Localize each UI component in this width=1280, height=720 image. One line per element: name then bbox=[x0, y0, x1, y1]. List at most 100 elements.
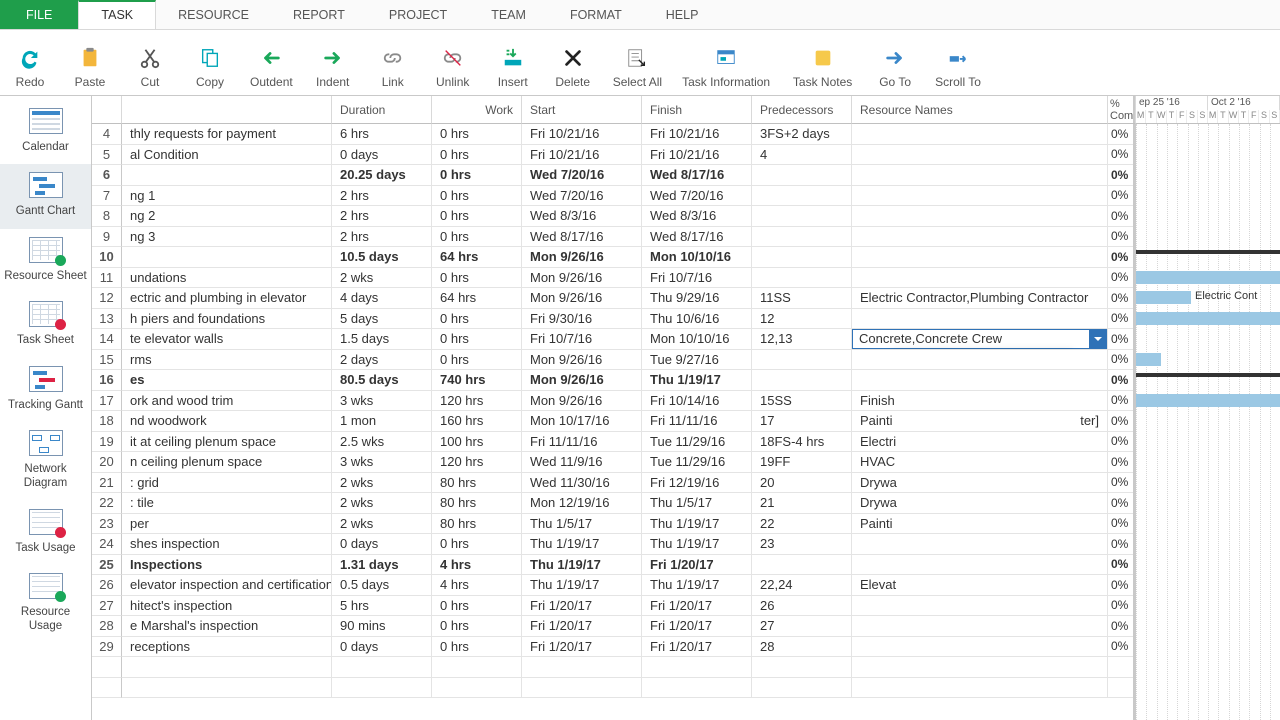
cell-predecessors[interactable]: 12,13 bbox=[752, 329, 852, 350]
cell-start[interactable]: Wed 11/30/16 bbox=[522, 473, 642, 494]
menu-format[interactable]: FORMAT bbox=[548, 0, 644, 29]
combo-caret-icon[interactable] bbox=[1089, 330, 1106, 348]
cell-work[interactable]: 0 hrs bbox=[432, 616, 522, 637]
cell-finish[interactable]: Thu 9/29/16 bbox=[642, 288, 752, 309]
cell-work[interactable]: 80 hrs bbox=[432, 493, 522, 514]
cell-start[interactable]: Fri 1/20/17 bbox=[522, 616, 642, 637]
cell-pct[interactable]: 0% bbox=[1108, 473, 1133, 494]
row-number[interactable]: 11 bbox=[92, 268, 122, 289]
cell-predecessors[interactable] bbox=[752, 227, 852, 248]
row-number[interactable]: 7 bbox=[92, 186, 122, 207]
task-row-empty[interactable] bbox=[92, 657, 1133, 678]
cell-start[interactable]: Wed 8/3/16 bbox=[522, 206, 642, 227]
cell-work[interactable]: 0 hrs bbox=[432, 637, 522, 658]
cell-resources[interactable] bbox=[852, 227, 1108, 248]
cell-pct[interactable]: 0% bbox=[1108, 411, 1133, 432]
select-all-button[interactable]: Select All bbox=[603, 30, 672, 95]
resource-combo[interactable]: Concrete,Concrete Crew bbox=[852, 329, 1107, 349]
cell-start[interactable]: Mon 10/17/16 bbox=[522, 411, 642, 432]
cell-start[interactable]: Thu 1/19/17 bbox=[522, 575, 642, 596]
row-number[interactable]: 26 bbox=[92, 575, 122, 596]
task-row[interactable]: 18 nd woodwork 1 mon 160 hrs Mon 10/17/1… bbox=[92, 411, 1133, 432]
cell-work[interactable]: 4 hrs bbox=[432, 575, 522, 596]
cell-resources[interactable]: Electri bbox=[852, 432, 1108, 453]
row-number[interactable]: 23 bbox=[92, 514, 122, 535]
cell-name[interactable]: ork and wood trim bbox=[122, 391, 332, 412]
cell-duration[interactable]: 2.5 wks bbox=[332, 432, 432, 453]
cell-finish[interactable]: Mon 10/10/16 bbox=[642, 329, 752, 350]
gantt-bar[interactable] bbox=[1136, 250, 1280, 258]
cell-finish[interactable]: Wed 7/20/16 bbox=[642, 186, 752, 207]
cell-resources[interactable]: Concrete,Concrete Crew AccountingCarpet … bbox=[852, 329, 1108, 350]
cell-pct[interactable]: 0% bbox=[1108, 493, 1133, 514]
cell-start[interactable]: Fri 9/30/16 bbox=[522, 309, 642, 330]
cell-duration[interactable]: 3 wks bbox=[332, 391, 432, 412]
task-row[interactable]: 20 n ceiling plenum space 3 wks 120 hrs … bbox=[92, 452, 1133, 473]
cell-predecessors[interactable] bbox=[752, 350, 852, 371]
cell-resources[interactable]: Finish bbox=[852, 391, 1108, 412]
cell-work[interactable]: 0 hrs bbox=[432, 206, 522, 227]
cell-start[interactable]: Thu 1/5/17 bbox=[522, 514, 642, 535]
cell-resources[interactable] bbox=[852, 596, 1108, 617]
cell-work[interactable]: 80 hrs bbox=[432, 473, 522, 494]
gantt-bar[interactable] bbox=[1136, 271, 1280, 284]
task-row[interactable]: 5 al Condition 0 days 0 hrs Fri 10/21/16… bbox=[92, 145, 1133, 166]
view-resource-sheet[interactable]: Resource Sheet bbox=[0, 229, 91, 293]
cell-predecessors[interactable] bbox=[752, 186, 852, 207]
insert-button[interactable]: Insert bbox=[483, 30, 543, 95]
cell-name[interactable]: it at ceiling plenum space bbox=[122, 432, 332, 453]
cell-resources[interactable] bbox=[852, 268, 1108, 289]
row-number[interactable]: 16 bbox=[92, 370, 122, 391]
cell-resources[interactable]: Elevat bbox=[852, 575, 1108, 596]
cell-work[interactable]: 0 hrs bbox=[432, 596, 522, 617]
row-number[interactable]: 10 bbox=[92, 247, 122, 268]
cell-pct[interactable]: 0% bbox=[1108, 165, 1133, 186]
cell-pct[interactable]: 0% bbox=[1108, 145, 1133, 166]
gantt-chart[interactable]: ep 25 '16Oct 2 '16 MTWTFSSMTWTFSS Electr… bbox=[1136, 96, 1280, 720]
row-number[interactable]: 12 bbox=[92, 288, 122, 309]
cell-pct[interactable]: 0% bbox=[1108, 350, 1133, 371]
cell-duration[interactable]: 2 wks bbox=[332, 473, 432, 494]
cell-duration[interactable]: 5 days bbox=[332, 309, 432, 330]
task-row[interactable]: 13 h piers and foundations 5 days 0 hrs … bbox=[92, 309, 1133, 330]
task-row[interactable]: 9 ng 3 2 hrs 0 hrs Wed 8/17/16 Wed 8/17/… bbox=[92, 227, 1133, 248]
cell-finish[interactable]: Thu 1/19/17 bbox=[642, 514, 752, 535]
cell-predecessors[interactable]: 20 bbox=[752, 473, 852, 494]
cell-start[interactable]: Fri 11/11/16 bbox=[522, 432, 642, 453]
cell-name[interactable]: : tile bbox=[122, 493, 332, 514]
col-pct[interactable]: % Com bbox=[1108, 96, 1136, 124]
cell-predecessors[interactable]: 19FF bbox=[752, 452, 852, 473]
cell-predecessors[interactable]: 23 bbox=[752, 534, 852, 555]
cell-duration[interactable]: 1 mon bbox=[332, 411, 432, 432]
task-row[interactable]: 16 es 80.5 days 740 hrs Mon 9/26/16 Thu … bbox=[92, 370, 1133, 391]
cell-resources[interactable]: HVAC bbox=[852, 452, 1108, 473]
link-button[interactable]: Link bbox=[363, 30, 423, 95]
cell-duration[interactable]: 0 days bbox=[332, 637, 432, 658]
cell-duration[interactable]: 2 wks bbox=[332, 493, 432, 514]
cell-name[interactable]: elevator inspection and certification bbox=[122, 575, 332, 596]
cell-predecessors[interactable]: 4 bbox=[752, 145, 852, 166]
cell-name[interactable]: ng 3 bbox=[122, 227, 332, 248]
goto-button[interactable]: Go To bbox=[865, 30, 925, 95]
cell-predecessors[interactable] bbox=[752, 555, 852, 576]
cell-finish[interactable]: Fri 1/20/17 bbox=[642, 637, 752, 658]
cell-resources[interactable] bbox=[852, 309, 1108, 330]
cell-resources[interactable]: Drywa bbox=[852, 473, 1108, 494]
cell-work[interactable]: 0 hrs bbox=[432, 124, 522, 145]
cell-finish[interactable]: Fri 1/20/17 bbox=[642, 555, 752, 576]
cell-duration[interactable]: 2 wks bbox=[332, 514, 432, 535]
cell-work[interactable]: 0 hrs bbox=[432, 165, 522, 186]
cell-finish[interactable]: Tue 11/29/16 bbox=[642, 432, 752, 453]
cell-work[interactable]: 740 hrs bbox=[432, 370, 522, 391]
indent-button[interactable]: Indent bbox=[303, 30, 363, 95]
cell-work[interactable]: 0 hrs bbox=[432, 534, 522, 555]
cell-finish[interactable]: Fri 12/19/16 bbox=[642, 473, 752, 494]
cell-finish[interactable]: Wed 8/17/16 bbox=[642, 227, 752, 248]
cell-finish[interactable]: Fri 1/20/17 bbox=[642, 596, 752, 617]
cell-name[interactable] bbox=[122, 165, 332, 186]
cell-resources[interactable] bbox=[852, 350, 1108, 371]
cell-pct[interactable]: 0% bbox=[1108, 555, 1133, 576]
cell-duration[interactable]: 3 wks bbox=[332, 452, 432, 473]
cell-work[interactable]: 0 hrs bbox=[432, 186, 522, 207]
cell-pct[interactable]: 0% bbox=[1108, 534, 1133, 555]
